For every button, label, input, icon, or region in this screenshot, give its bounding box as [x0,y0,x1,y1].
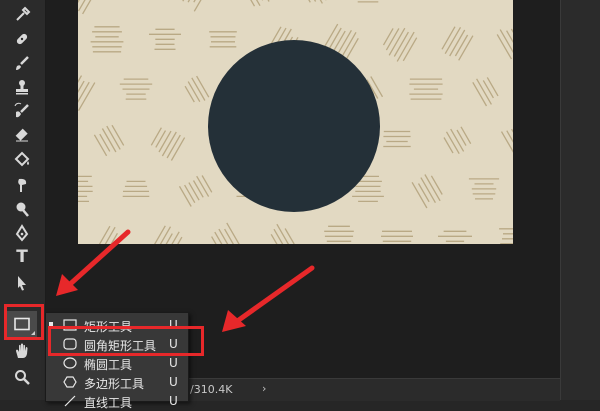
dark-circle-shape [208,40,380,212]
path-selection-icon[interactable] [8,272,36,294]
status-bar: /310.4K › [186,378,560,401]
type-icon[interactable]: T [8,246,36,268]
flyout-item-ellipse[interactable]: 椭圆工具 U [46,353,188,373]
flyout-item-shortcut: U [169,375,178,389]
highlight-rectangle-tool [4,304,44,340]
flyout-item-label: 椭圆工具 [84,356,132,373]
flyout-item-label: 直线工具 [84,394,132,411]
healing-brush-icon[interactable] [8,28,36,50]
paint-bucket-icon[interactable] [8,148,36,170]
right-panel-dock [560,0,600,400]
flyout-item-polygon[interactable]: 多边形工具 U [46,372,188,392]
document-size-readout: /310.4K [190,383,232,396]
ellipse-icon [62,356,78,370]
eyedropper-icon[interactable] [8,4,36,26]
flyout-item-label: 多边形工具 [84,375,144,392]
smudge-icon[interactable] [8,174,36,196]
pen-icon[interactable] [8,222,36,244]
dodge-icon[interactable] [8,198,36,220]
status-arrow-icon[interactable]: › [262,382,266,395]
brush-icon[interactable] [8,52,36,74]
patterned-image [78,0,513,244]
zoom-icon[interactable] [8,366,36,388]
eraser-icon[interactable] [8,124,36,146]
highlight-rounded-rectangle-item [48,326,204,356]
flyout-item-shortcut: U [169,394,178,408]
history-brush-icon[interactable] [8,100,36,122]
hand-icon[interactable] [8,340,36,362]
line-icon [62,394,78,408]
flyout-item-line[interactable]: 直线工具 U [46,391,188,411]
clone-stamp-icon[interactable] [8,76,36,98]
polygon-icon [62,375,78,389]
document-canvas[interactable] [78,0,513,244]
tool-panel: T [0,0,46,400]
flyout-item-shortcut: U [169,356,178,370]
